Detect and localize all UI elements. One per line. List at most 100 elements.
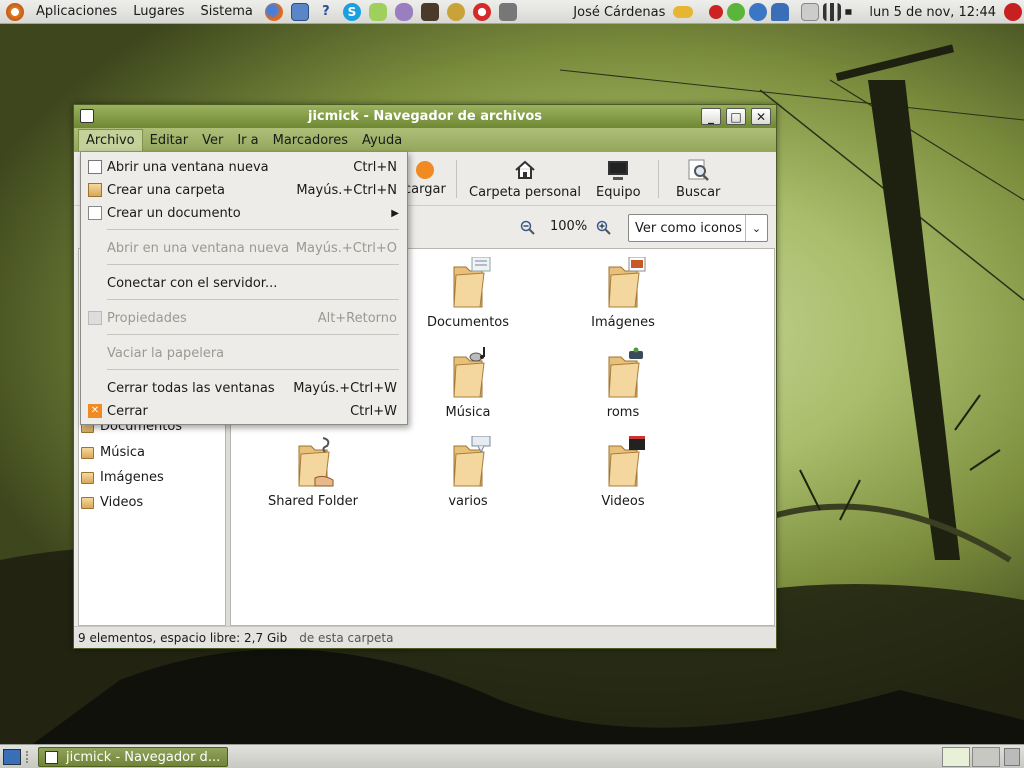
menu-lugares[interactable]: Lugares [127, 4, 190, 19]
panel-right-area: José Cárdenas lun 5 de nov, 12:44 [567, 0, 1024, 24]
new-document-icon [88, 206, 102, 220]
workspace-1[interactable] [942, 747, 970, 767]
menu-ayuda[interactable]: Ayuda [355, 130, 409, 151]
mail-icon[interactable] [290, 2, 309, 21]
computer-button[interactable]: Equipo [596, 158, 641, 200]
sidebar-item-musica[interactable]: Música [81, 445, 145, 460]
music-folder-icon [444, 347, 492, 399]
update-icon[interactable] [709, 5, 724, 19]
file-item-videos[interactable]: Videos [558, 436, 688, 509]
menu-ir-a[interactable]: Ir a [230, 130, 265, 151]
zoom-in-icon[interactable] [596, 220, 612, 240]
taskbar-window-button[interactable]: jicmick - Navegador d... [38, 747, 228, 767]
bottom-panel: jicmick - Navegador d... [0, 744, 1024, 768]
menu-ver[interactable]: Ver [195, 130, 230, 151]
file-item-musica[interactable]: Música [403, 347, 533, 420]
user-icon[interactable] [771, 3, 790, 21]
skype-icon[interactable]: S [342, 2, 361, 21]
search-button[interactable]: Buscar [676, 158, 720, 200]
menu-item-close-all[interactable]: Cerrar todas las ventanas Mayús.+Ctrl+W [81, 377, 407, 399]
shared-folder-icon [289, 436, 337, 488]
menu-item-connect-server[interactable]: Conectar con el servidor... [81, 272, 407, 294]
main-menu-bar: Aplicaciones Lugares Sistema ? S [0, 0, 527, 24]
pidgin-icon[interactable] [394, 2, 413, 21]
window-titlebar[interactable]: jicmick - Navegador de archivos _ □ ✕ [74, 105, 776, 128]
globe-icon[interactable] [749, 3, 768, 21]
printer-icon[interactable] [801, 3, 820, 21]
network-status-icon[interactable] [727, 3, 746, 21]
game-icon[interactable] [446, 2, 465, 21]
user-name[interactable]: José Cárdenas [567, 5, 671, 20]
volume-icon[interactable] [845, 3, 862, 21]
ubuntu-logo-icon[interactable] [6, 2, 24, 21]
new-folder-icon [88, 183, 102, 197]
menu-separator [107, 369, 399, 370]
file-item-varios[interactable]: varios [403, 435, 533, 509]
file-item-documentos[interactable]: Documentos [403, 256, 533, 330]
window-title: jicmick - Navegador de archivos [307, 109, 542, 124]
menu-separator [107, 229, 399, 230]
archivo-dropdown-menu: Abrir una ventana nueva Ctrl+N Crear una… [80, 151, 408, 425]
menu-separator [107, 334, 399, 335]
top-panel: Aplicaciones Lugares Sistema ? S José Cá… [0, 0, 1024, 24]
media-icon[interactable] [420, 2, 439, 21]
menu-separator [107, 299, 399, 300]
workspace-2[interactable] [972, 747, 1000, 767]
home-button[interactable]: Carpeta personal [469, 158, 581, 200]
window-menu-icon[interactable] [80, 109, 94, 123]
folder-icon [81, 471, 94, 484]
menu-item-create-document[interactable]: Crear un documento ▶ [81, 202, 407, 224]
menu-aplicaciones[interactable]: Aplicaciones [30, 4, 123, 19]
menu-editar[interactable]: Editar [143, 130, 196, 151]
opera-icon[interactable] [472, 2, 491, 21]
keyboard-icon[interactable] [498, 2, 517, 21]
power-icon[interactable] [1004, 3, 1022, 21]
folder-icon [81, 496, 94, 509]
home-icon [513, 158, 537, 182]
task-title: jicmick - Navegador d... [66, 749, 221, 765]
menu-item-empty-trash: Vaciar la papelera [107, 345, 225, 361]
misc-folder-icon [444, 435, 492, 488]
signal-bars-icon[interactable] [823, 3, 842, 21]
show-desktop-icon[interactable] [3, 749, 21, 765]
close-icon: ✕ [88, 404, 102, 418]
search-icon [686, 158, 710, 182]
menu-archivo[interactable]: Archivo [78, 129, 143, 151]
new-window-icon [88, 160, 102, 174]
menu-item-close[interactable]: ✕ Cerrar Ctrl+W [81, 400, 407, 422]
file-item-shared-folder[interactable]: Shared Folder [248, 436, 378, 509]
sidebar-item-imagenes[interactable]: Imágenes [81, 470, 164, 485]
trash-icon[interactable] [1004, 748, 1020, 766]
videos-folder-icon [599, 436, 647, 488]
status-bar: 9 elementos, espacio libre: 2,7 Gib de e… [74, 626, 776, 648]
window-menubar: Archivo Editar Ver Ir a Marcadores Ayuda [74, 128, 776, 152]
sidebar-item-videos[interactable]: Videos [81, 495, 143, 510]
firefox-icon[interactable] [264, 2, 283, 21]
menu-item-open-new-window: Abrir en una ventana nueva Mayús.+Ctrl+O [107, 240, 397, 256]
status-text: 9 elementos, espacio libre: 2,7 Gib [78, 630, 288, 645]
zoom-level[interactable]: 100% [550, 219, 587, 234]
minimize-button[interactable]: _ [701, 108, 721, 125]
panel-handle[interactable] [26, 751, 32, 763]
maximize-button[interactable]: □ [726, 108, 746, 125]
reload-button[interactable]: cargar [404, 158, 446, 197]
clock[interactable]: lun 5 de nov, 12:44 [863, 5, 1002, 20]
help-icon[interactable]: ? [317, 3, 335, 21]
toolbar-separator [456, 160, 457, 198]
documents-folder-icon [444, 256, 492, 309]
menu-item-create-folder[interactable]: Crear una carpeta Mayús.+Ctrl+N [81, 179, 407, 201]
chat-icon[interactable] [368, 2, 387, 21]
close-button[interactable]: ✕ [751, 108, 771, 125]
key-icon[interactable] [673, 6, 694, 18]
menu-separator [107, 264, 399, 265]
window-app-icon [45, 750, 58, 764]
zoom-out-icon[interactable] [520, 220, 536, 240]
file-item-imagenes[interactable]: Imágenes [558, 256, 688, 330]
view-mode-select[interactable]: Ver como iconos ⌄ [628, 214, 768, 242]
file-item-roms[interactable]: roms [558, 347, 688, 420]
properties-icon [88, 311, 102, 325]
menu-item-new-window[interactable]: Abrir una ventana nueva Ctrl+N [81, 156, 407, 178]
menu-sistema[interactable]: Sistema [195, 4, 259, 19]
menu-marcadores[interactable]: Marcadores [266, 130, 355, 151]
view-mode-value: Ver como iconos [635, 220, 742, 236]
